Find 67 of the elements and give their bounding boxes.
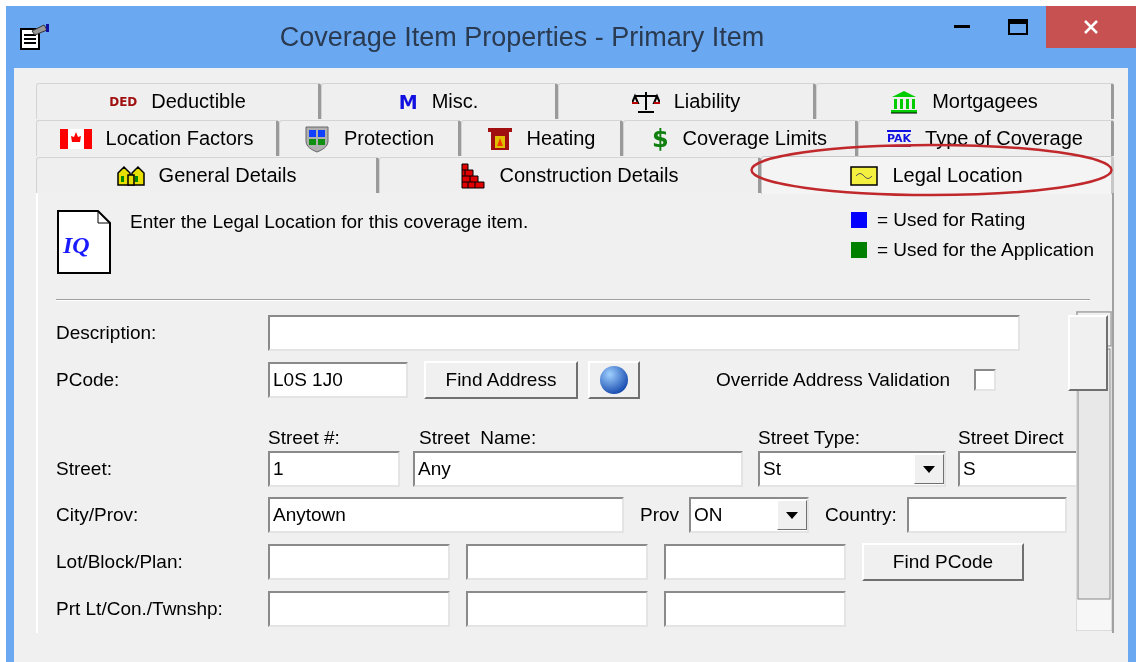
tab[interactable]: Location Factors (36, 120, 279, 156)
column-heading: Street #: (268, 427, 341, 449)
find-address-button[interactable]: Find Address (424, 361, 578, 399)
township-field[interactable] (664, 591, 846, 627)
column-heading: Street Type: (758, 427, 862, 449)
plan-field[interactable] (664, 544, 846, 580)
minimize-icon (954, 25, 970, 29)
field-label: Street: (56, 458, 113, 480)
field-label: Country: (825, 504, 897, 526)
houses-icon (116, 164, 145, 187)
scale-icon (631, 89, 660, 114)
tab[interactable]: M Misc. (321, 83, 558, 119)
dropdown-arrow-icon (923, 465, 935, 473)
blank-button[interactable] (1068, 315, 1108, 391)
close-icon (1083, 19, 1099, 35)
field-label: Prt Lt/Con./Twnshp: (56, 598, 224, 620)
m-icon: M (398, 90, 418, 113)
description-field[interactable] (268, 315, 1020, 351)
province-dropdown[interactable]: ON (689, 497, 810, 533)
tab[interactable]: Construction Details (379, 157, 761, 193)
legend-label: = Used for Rating (876, 209, 1026, 231)
column-heading: Street Direct (958, 427, 1065, 449)
fireplace-icon (486, 126, 513, 151)
dropdown-arrow-icon (786, 511, 799, 519)
concession-field[interactable] (466, 591, 648, 627)
tab[interactable]: General Details (36, 157, 379, 193)
field-label: City/Prov: (56, 504, 140, 526)
street-field[interactable]: Any (413, 451, 743, 487)
tab[interactable]: DED Deductible (36, 83, 321, 119)
block-field[interactable] (466, 544, 648, 580)
street-field[interactable]: 1 (268, 451, 400, 487)
find-pcode-button[interactable]: Find PCode (862, 543, 1024, 581)
legend-label: = Used for the Application (876, 239, 1094, 261)
street-field[interactable]: St (758, 451, 946, 487)
map-icon (850, 165, 879, 186)
field-label: PCode: (56, 369, 121, 391)
part-lot-field[interactable] (268, 591, 450, 627)
tab[interactable]: Mortgagees (816, 83, 1114, 119)
bank-icon (890, 89, 919, 114)
globe-button[interactable] (588, 361, 640, 399)
flag-icon (59, 128, 92, 149)
maximize-icon (1008, 19, 1028, 35)
instruction-text: Enter the Legal Location for this coverage item. (130, 211, 530, 234)
tab[interactable]: Heating (461, 120, 623, 156)
override-label: Override Address Validation (716, 369, 951, 391)
override-checkbox[interactable] (974, 369, 997, 391)
bricks-icon (459, 162, 486, 189)
pcode-field[interactable]: L0S 1J0 (268, 362, 408, 398)
shield-icon (303, 124, 330, 153)
tab[interactable]: $ Coverage Limits (623, 120, 858, 156)
ded-icon: DED (109, 94, 138, 109)
dollar-icon: $ (651, 124, 669, 153)
field-label: Prov (640, 504, 680, 526)
lot-field[interactable] (268, 544, 450, 580)
window-title: Coverage Item Properties - Primary Item (278, 21, 766, 53)
field-label: Description: (56, 322, 158, 344)
city-field[interactable]: Anytown (268, 497, 624, 533)
tab[interactable]: Legal Location (761, 156, 1114, 194)
field-label: Lot/Block/Plan: (56, 551, 184, 573)
tab[interactable]: Protection (279, 120, 461, 156)
column-heading: Street Name: (418, 427, 538, 449)
tab[interactable]: Liability (558, 83, 816, 119)
document-icon: IQ (56, 209, 112, 275)
street-field[interactable]: S (958, 451, 1076, 487)
country-field[interactable] (906, 497, 1067, 533)
globe-icon (599, 365, 629, 395)
properties-icon (20, 23, 50, 51)
